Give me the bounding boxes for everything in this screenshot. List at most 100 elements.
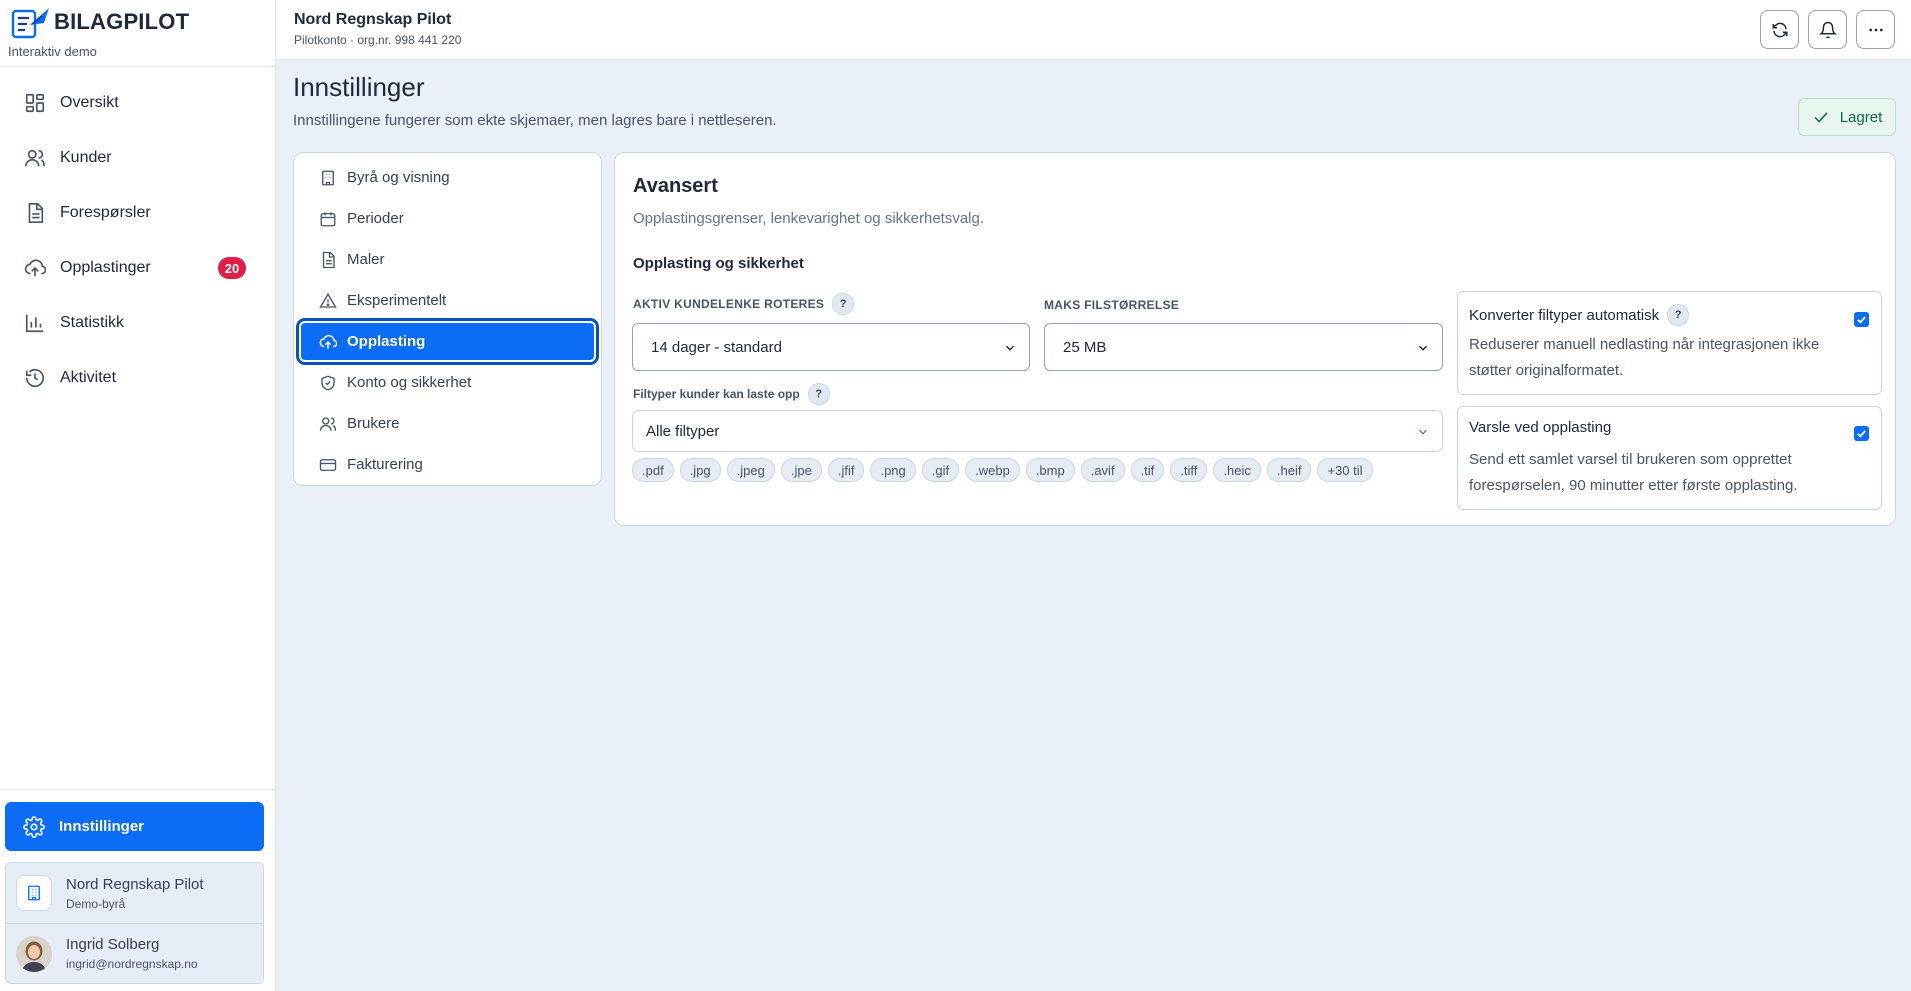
link-rotation-select[interactable]: 14 dager - standard [632,323,1030,371]
bell-icon [1818,21,1837,39]
dashboard-icon [24,92,46,114]
gear-icon [23,815,45,838]
max-size-label-text: MAKS FILSTØRRELSE [1044,298,1180,312]
file-type-chip: .jpe [780,458,822,482]
settings-tab-fakturering[interactable]: Fakturering [299,444,596,485]
more-horizontal-icon [1867,21,1885,39]
nav-item-kunder[interactable]: Kunder [0,130,275,185]
advanced-settings-panel: Avansert Opplastingsgrenser, lenkevarigh… [614,152,1896,526]
help-icon[interactable]: ? [807,383,830,405]
saved-status-badge: Lagret [1798,98,1896,136]
user-menu[interactable]: Ingrid Solberg ingrid@nordregnskap.no [6,923,263,983]
settings-tab-label: Maler [347,251,385,268]
settings-tab-opplasting[interactable]: Opplasting [299,321,596,362]
nav-label: Aktivitet [60,368,117,386]
chevron-down-icon [1003,341,1017,355]
users-icon [24,147,46,169]
settings-tab-konto[interactable]: Konto og sikkerhet [299,362,596,403]
bilagpilot-logo-icon [8,5,52,39]
file-types-select[interactable]: Alle filtyper [632,410,1443,452]
max-size-select[interactable]: 25 MB [1044,323,1443,371]
check-icon [1812,108,1830,126]
uploads-count-badge: 20 [218,257,246,279]
file-type-chip: .heic [1213,458,1261,482]
file-type-chip: .pdf [632,458,674,482]
chevron-down-icon [1416,341,1430,355]
file-type-chip: .bmp [1025,458,1075,482]
link-rotation-label: AKTIV KUNDELENKE ROTERES ? [633,293,855,315]
settings-tab-perioder[interactable]: Perioder [299,198,596,239]
org-type: Demo-byrå [66,896,126,911]
avatar [16,935,52,972]
file-type-chip: .jpg [679,458,721,482]
settings-label: Innstillinger [59,818,145,835]
saved-label: Lagret [1839,108,1883,126]
users-icon [319,415,337,433]
notify-description: Send ett samlet varsel til brukeren som … [1469,451,1798,494]
more-file-types-chip[interactable]: +30 til [1317,458,1373,482]
max-size-label: MAKS FILSTØRRELSE [1044,298,1179,312]
file-type-chip: .heif [1266,458,1312,482]
convert-description: Reduserer manuell nedlasting når integra… [1469,336,1820,379]
nav-label: Kunder [60,148,112,166]
panel-title: Avansert [633,175,718,197]
nav-item-opplastinger[interactable]: Opplastinger 20 [0,240,275,295]
convert-filetypes-card: Konverter filtyper automatisk ? Redusere… [1457,291,1882,395]
bar-chart-icon [24,312,46,334]
settings-tab-label: Byrå og visning [347,169,450,186]
history-icon [24,367,46,389]
page-title: Innstillinger [293,72,425,102]
building-icon [16,875,52,911]
nav-item-statistikk[interactable]: Statistikk [0,295,275,350]
file-types-label-text: Filtyper kunder kan laste opp [633,387,800,401]
notify-checkbox[interactable] [1854,426,1869,441]
building-icon [319,169,337,187]
settings-menu: Byrå og visning Perioder Maler Eksperime… [293,152,602,486]
convert-checkbox[interactable] [1854,312,1869,327]
nav-label: Forespørsler [60,203,151,221]
help-icon[interactable]: ? [1667,304,1690,326]
file-type-chip: .webp [965,458,1020,482]
notifications-button[interactable] [1808,10,1847,49]
org-switcher[interactable]: Nord Regnskap Pilot Demo-byrå [6,863,263,923]
settings-tab-brukere[interactable]: Brukere [299,403,596,444]
settings-button[interactable]: Innstillinger [5,802,264,851]
convert-title-text: Konverter filtyper automatisk [1469,306,1660,324]
settings-tab-maler[interactable]: Maler [299,239,596,280]
nav-item-aktivitet[interactable]: Aktivitet [0,350,275,405]
notify-title: Varsle ved opplasting [1469,419,1612,436]
file-type-chips: .pdf .jpg .jpeg .jpe .jfif .png .gif .we… [632,458,1379,482]
file-type-chip: .gif [921,458,960,482]
convert-title: Konverter filtyper automatisk ? [1469,304,1690,326]
link-rotation-value: 14 dager - standard [651,338,782,356]
help-icon[interactable]: ? [832,293,855,315]
brand-name: BILAGPILOT [54,9,190,34]
nav-label: Opplastinger [60,258,151,276]
file-type-chip: .tiff [1170,458,1208,482]
file-icon [319,251,337,269]
settings-tab-label: Opplasting [347,333,426,350]
chevron-down-icon [1416,425,1430,439]
settings-tab-byra[interactable]: Byrå og visning [299,157,596,198]
user-name: Ingrid Solberg [66,936,160,953]
settings-tab-label: Perioder [347,210,404,227]
file-type-chip: .avif [1080,458,1125,482]
user-email: ingrid@nordregnskap.no [66,957,198,971]
link-rotation-label-text: AKTIV KUNDELENKE ROTERES [633,297,825,311]
nav-item-foresporsler[interactable]: Forespørsler [0,185,275,240]
settings-tab-label: Brukere [347,415,400,432]
settings-tab-label: Konto og sikkerhet [347,374,472,391]
document-icon [24,202,46,224]
file-type-chip: .jfif [827,458,865,482]
settings-tab-eksperimentelt[interactable]: Eksperimentelt [299,280,596,321]
header-org-title: Nord Regnskap Pilot [294,11,452,28]
sidebar-bottom: Innstillinger Nord Regnskap Pilot Demo-b… [0,789,276,991]
nav-item-oversikt[interactable]: Oversikt [0,75,275,130]
nav-label: Oversikt [60,93,119,111]
sidebar: BILAGPILOT Interaktiv demo Oversikt Kund… [0,0,276,991]
calendar-icon [319,210,337,228]
file-type-chip: .jpeg [726,458,775,482]
refresh-button[interactable] [1760,10,1799,49]
file-types-label: Filtyper kunder kan laste opp ? [633,383,830,405]
more-options-button[interactable] [1856,10,1895,49]
